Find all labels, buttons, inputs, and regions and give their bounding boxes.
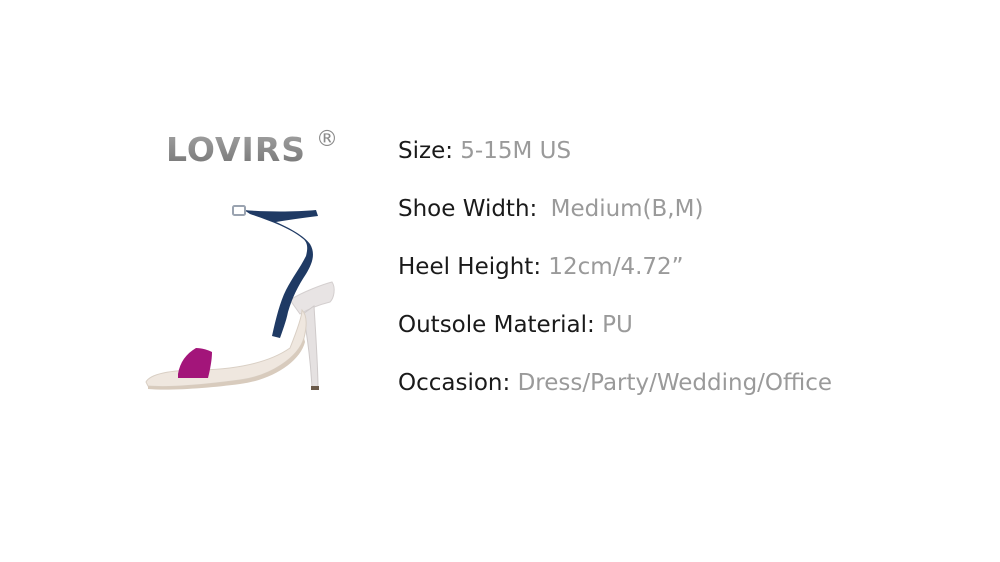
- spec-value: Medium(B,M): [550, 196, 704, 222]
- spec-row-heel-height: Heel Height: 12cm/4.72”: [398, 247, 978, 305]
- spec-list: Size: 5-15M US Shoe Width: Medium(B,M) H…: [398, 131, 978, 421]
- spec-label: Shoe Width:: [398, 196, 538, 222]
- spec-row-outsole-material: Outsole Material: PU: [398, 305, 978, 363]
- brand-logo: LOVIRS ®: [166, 127, 339, 172]
- spec-value: 12cm/4.72”: [548, 254, 684, 280]
- product-spec-slide: LOVIRS ® Size: 5-15M US Shoe Width: Medi…: [0, 0, 1000, 562]
- spec-row-occasion: Occasion: Dress/Party/Wedding/Office: [398, 363, 978, 421]
- registered-mark: ®: [316, 127, 339, 152]
- spec-label: Outsole Material:: [398, 312, 595, 338]
- spec-value: PU: [602, 312, 633, 338]
- spec-row-size: Size: 5-15M US: [398, 131, 978, 189]
- spec-label: Occasion:: [398, 370, 511, 396]
- spec-value: Dress/Party/Wedding/Office: [517, 370, 833, 396]
- spec-row-shoe-width: Shoe Width: Medium(B,M): [398, 189, 978, 247]
- brand-name: LOVIRS: [166, 128, 306, 172]
- spec-label: Heel Height:: [398, 254, 542, 280]
- spec-label: Size:: [398, 138, 453, 164]
- high-heel-sandal-icon: [140, 198, 340, 398]
- spec-value: 5-15M US: [460, 138, 572, 164]
